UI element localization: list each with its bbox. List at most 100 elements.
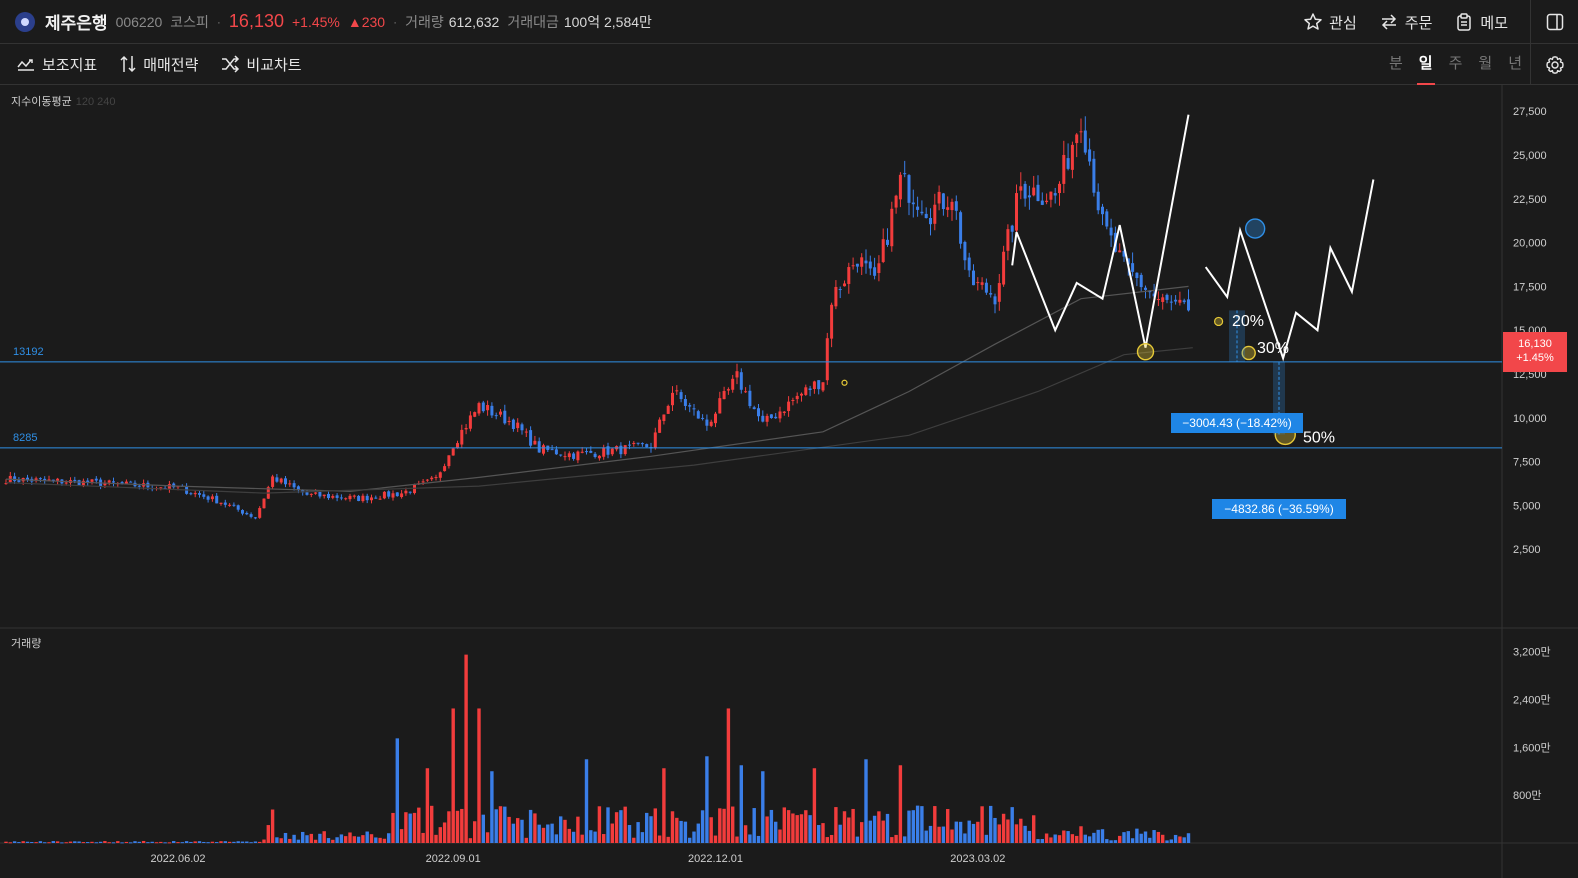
volume-bar (116, 841, 120, 843)
current-price-tag: 16,130 +1.45% (1503, 332, 1567, 372)
candle-body (855, 263, 859, 267)
volume-bar (68, 841, 73, 843)
volume-bar (490, 771, 494, 843)
volume-bar (154, 842, 159, 844)
volume-bar (1079, 826, 1083, 843)
candle-body (761, 415, 765, 422)
volume-bar (124, 841, 129, 843)
memo-button[interactable]: 메모 (1454, 12, 1508, 33)
volume-bar (541, 827, 546, 843)
candle-body (430, 477, 434, 480)
candle-body (241, 510, 244, 514)
volume-bar (395, 738, 399, 843)
candle-body (339, 497, 343, 499)
projection-line (1011, 114, 1190, 348)
volume-bar (43, 842, 47, 844)
candle-body (1092, 158, 1096, 193)
candle-body (137, 485, 141, 487)
volume-bar (920, 806, 924, 843)
market-name: 코스피 (170, 13, 209, 30)
volume-bar (1019, 818, 1023, 843)
volume-bar (937, 826, 941, 843)
period-week[interactable]: 주 (1449, 44, 1463, 85)
candle-body (284, 478, 287, 485)
candle-body (1101, 206, 1104, 215)
retracement-label: 30% (1257, 340, 1289, 357)
volume-bar (950, 829, 954, 843)
compare-label: 비교차트 (246, 56, 302, 74)
panel-icon (1546, 13, 1563, 31)
volume-bar (193, 841, 197, 843)
indicators-button[interactable]: 보조지표 (16, 54, 97, 75)
volume-bar (245, 841, 249, 843)
candle-body (370, 497, 373, 501)
volume-bar (614, 812, 619, 843)
volume-bar (623, 806, 627, 843)
candle-body (778, 411, 782, 419)
ema-240-line (5, 347, 1193, 494)
candle-body (877, 263, 881, 273)
candle-body (202, 494, 206, 497)
volume-bar (172, 841, 176, 843)
chart-area[interactable]: 지수이동평균 120 240 거래량 13192 8285 20% 30% 50% −300… (0, 85, 1578, 878)
amount-value: 100억 2,584만 (563, 13, 652, 30)
volume-bar (963, 833, 967, 843)
volume-bar (709, 817, 713, 843)
current-price: 16,130 (228, 11, 284, 31)
volume-bar (365, 831, 369, 843)
volume-bar (1178, 836, 1182, 843)
strategy-button[interactable]: 매매전략 (119, 54, 198, 75)
candle-body (477, 403, 481, 414)
candle-body (619, 445, 623, 455)
volume-bar (494, 809, 498, 843)
candle-body (296, 486, 300, 490)
volume-bar (202, 841, 206, 843)
volume-bar (743, 825, 748, 843)
signal-marker (841, 379, 848, 386)
price-tick-label: 22,500 (1513, 194, 1547, 206)
volume-bar (989, 805, 993, 843)
candle-body (387, 491, 391, 497)
candle-body (524, 431, 528, 433)
volume-bar (1109, 840, 1113, 843)
compare-button[interactable]: 비교차트 (220, 54, 302, 75)
target-marker (1244, 218, 1266, 239)
candle-body (279, 478, 283, 483)
volume-bar (1100, 829, 1105, 843)
volume-bar (339, 834, 344, 843)
candle-body (223, 502, 227, 505)
watch-button[interactable]: 관심 (1303, 12, 1357, 33)
candle-body (989, 293, 993, 295)
candle-body (576, 451, 580, 461)
volume-bar (77, 841, 81, 843)
volume-bar (1165, 840, 1169, 843)
volume-bar (1049, 837, 1053, 843)
retracement-label: 50% (1303, 429, 1335, 446)
volume-bar (86, 842, 90, 844)
order-button[interactable]: 주문 (1379, 12, 1432, 33)
volume-bar (537, 824, 541, 843)
candle-body (744, 391, 748, 393)
volume-bar (903, 836, 907, 843)
price-tick-label: 25,000 (1513, 150, 1547, 162)
volume-bar (851, 808, 855, 843)
shuffle-icon (222, 55, 240, 73)
period-month[interactable]: 월 (1478, 44, 1492, 85)
volume-bar (662, 768, 666, 843)
candle-body (602, 447, 606, 457)
chart-settings-button[interactable] (1530, 44, 1578, 85)
candle-body (886, 239, 889, 245)
candle-body (1070, 144, 1074, 170)
stock-code: 006220 (115, 13, 163, 30)
candle-body (860, 257, 864, 267)
side-panel-toggle[interactable] (1530, 0, 1578, 44)
period-year[interactable]: 년 (1508, 44, 1522, 85)
stock-name[interactable]: 제주은행 (45, 9, 108, 34)
candle-body (688, 405, 692, 407)
period-minute[interactable]: 분 (1389, 44, 1403, 85)
volume-bar (25, 841, 30, 843)
price-volume-chart[interactable]: 13192 8285 20% 30% 50% −3004.43 (−18.42%) −483… (0, 85, 1578, 878)
candle-body (795, 395, 799, 400)
candle-body (774, 416, 778, 419)
period-day[interactable]: 일 (1416, 44, 1435, 85)
